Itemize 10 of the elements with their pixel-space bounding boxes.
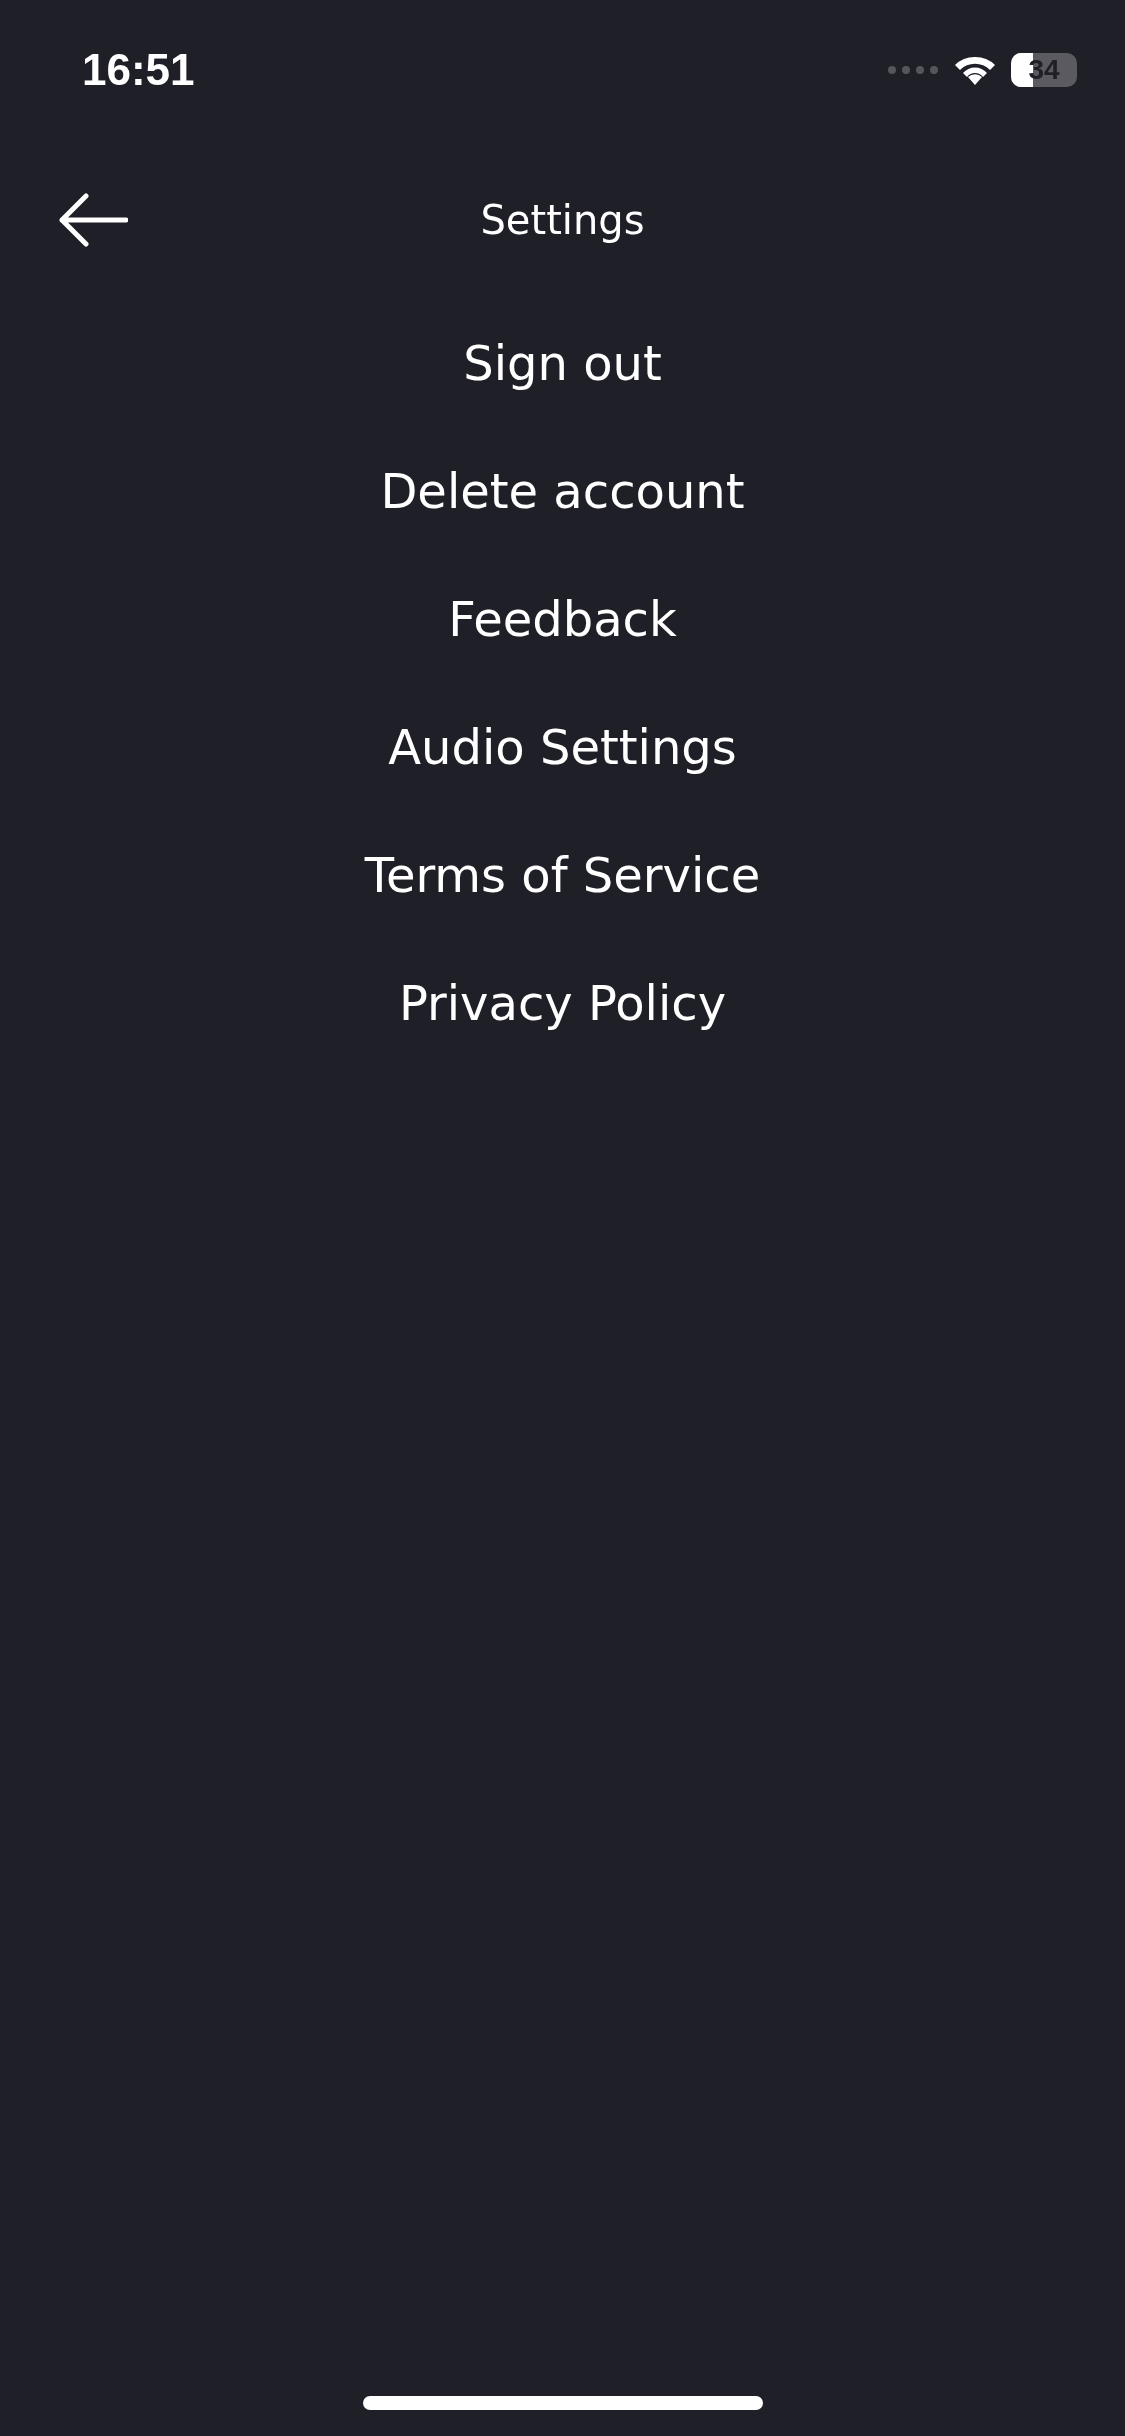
status-time: 16:51: [82, 45, 195, 95]
menu-item[interactable]: Delete account: [380, 458, 745, 524]
menu-item[interactable]: Terms of Service: [364, 842, 761, 908]
menu-item[interactable]: Privacy Policy: [398, 970, 727, 1036]
signal-icon: [887, 65, 939, 75]
menu-item[interactable]: Feedback: [448, 586, 677, 652]
back-arrow-icon: [56, 192, 128, 248]
menu-item[interactable]: Sign out: [463, 330, 662, 396]
page-title: Settings: [479, 197, 646, 243]
menu-item[interactable]: Audio Settings: [388, 714, 737, 780]
